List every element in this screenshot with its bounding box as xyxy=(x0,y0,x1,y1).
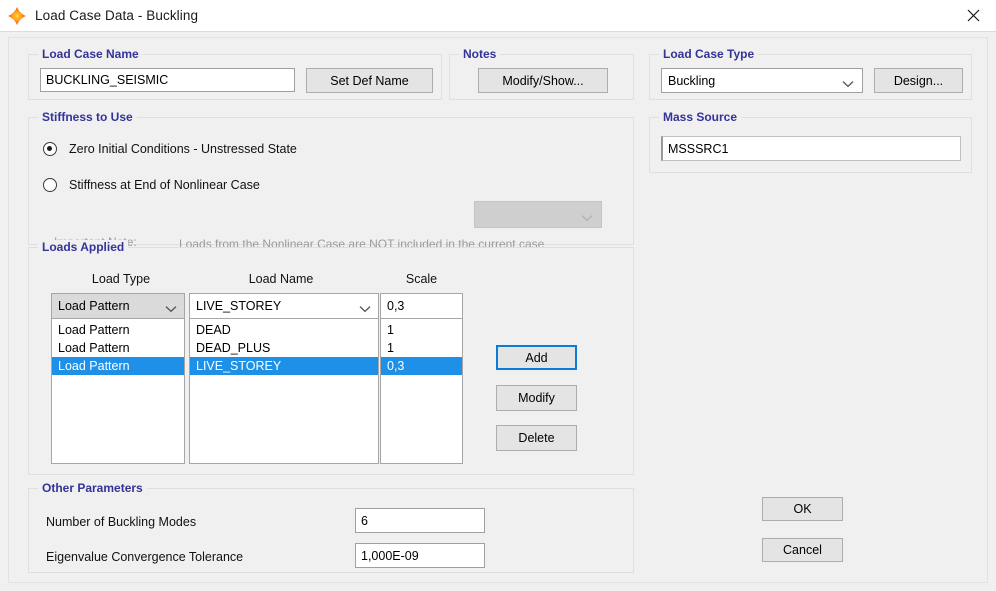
column-header-load-name: Load Name xyxy=(248,272,314,286)
radio-stiffness-end-nonlinear[interactable]: Stiffness at End of Nonlinear Case xyxy=(43,178,260,192)
number-of-buckling-modes-value: 6 xyxy=(361,513,368,528)
load-case-name-value: BUCKLING_SEISMIC xyxy=(46,73,169,87)
load-name-editor-value: LIVE_STOREY xyxy=(196,299,282,313)
other-parameters-legend: Other Parameters xyxy=(38,481,147,495)
set-def-name-label: Set Def Name xyxy=(330,73,409,88)
column-header-load-type: Load Type xyxy=(91,272,151,286)
window-titlebar: Load Case Data - Buckling xyxy=(0,0,996,31)
table-row[interactable]: LIVE_STOREY xyxy=(190,357,378,375)
ok-button[interactable]: OK xyxy=(762,497,843,521)
load-name-editor[interactable]: LIVE_STOREY xyxy=(190,294,378,319)
radio-stiffness-end-nonlinear-icon xyxy=(43,178,57,192)
table-row[interactable]: 1 xyxy=(381,339,462,357)
design-button[interactable]: Design... xyxy=(874,68,963,93)
app-star-icon xyxy=(8,6,26,25)
chevron-down-icon xyxy=(581,211,593,221)
number-of-buckling-modes-input[interactable]: 6 xyxy=(355,508,485,533)
eigenvalue-tolerance-label: Eigenvalue Convergence Tolerance xyxy=(46,550,244,564)
modify-label: Modify xyxy=(518,391,555,405)
mass-source-group: Mass Source MSSSRC1 xyxy=(649,110,972,173)
table-row[interactable]: DEAD xyxy=(190,321,378,339)
table-row[interactable]: Load Pattern xyxy=(52,357,184,375)
mass-source-legend: Mass Source xyxy=(659,110,742,124)
load-name-column[interactable]: LIVE_STOREY DEAD DEAD_PLUS LIVE_STOREY xyxy=(189,293,379,464)
load-case-name-input[interactable]: BUCKLING_SEISMIC xyxy=(40,68,295,92)
ok-label: OK xyxy=(793,502,812,516)
stiffness-to-use-group: Stiffness to Use Zero Initial Conditions… xyxy=(28,110,634,251)
add-button[interactable]: Add xyxy=(496,345,577,370)
load-case-type-legend: Load Case Type xyxy=(659,47,759,61)
cell-load-type: Load Pattern xyxy=(58,359,130,373)
modify-button[interactable]: Modify xyxy=(496,385,577,411)
table-row[interactable]: Load Pattern xyxy=(52,321,184,339)
number-of-buckling-modes-label: Number of Buckling Modes xyxy=(46,515,197,529)
dialog-panel: Load Case Name BUCKLING_SEISMIC Set Def … xyxy=(8,37,988,583)
table-row[interactable]: Load Pattern xyxy=(52,339,184,357)
radio-zero-initial-icon xyxy=(43,142,57,156)
design-label: Design... xyxy=(893,73,944,88)
table-row[interactable]: 0,3 xyxy=(381,357,462,375)
cancel-button[interactable]: Cancel xyxy=(762,538,843,562)
load-type-column[interactable]: Load Pattern Load Pattern Load Pattern L… xyxy=(51,293,185,464)
notes-modify-show-label: Modify/Show... xyxy=(502,73,584,88)
close-icon[interactable] xyxy=(950,0,996,31)
eigenvalue-tolerance-value: 1,000E-09 xyxy=(361,548,419,563)
add-label: Add xyxy=(525,350,548,365)
set-def-name-button[interactable]: Set Def Name xyxy=(306,68,433,93)
cell-load-type: Load Pattern xyxy=(58,341,130,355)
radio-stiffness-end-nonlinear-label: Stiffness at End of Nonlinear Case xyxy=(69,178,260,192)
load-case-type-select[interactable]: Buckling xyxy=(661,68,863,93)
column-header-scale: Scale xyxy=(405,272,438,286)
cancel-label: Cancel xyxy=(783,543,822,557)
notes-group: Notes Modify/Show... xyxy=(449,47,634,100)
table-row[interactable]: DEAD_PLUS xyxy=(190,339,378,357)
notes-modify-show-button[interactable]: Modify/Show... xyxy=(478,68,608,93)
chevron-down-icon xyxy=(842,77,854,87)
stiffness-to-use-legend: Stiffness to Use xyxy=(38,110,137,124)
nonlinear-case-select xyxy=(474,201,602,228)
load-type-editor[interactable]: Load Pattern xyxy=(52,294,184,319)
cell-load-name: DEAD xyxy=(196,323,231,337)
chevron-down-icon xyxy=(359,302,371,313)
load-case-type-value: Buckling xyxy=(668,73,716,88)
cell-load-type: Load Pattern xyxy=(58,323,130,337)
chevron-down-icon xyxy=(165,302,177,313)
load-case-name-legend: Load Case Name xyxy=(38,47,143,61)
scale-editor[interactable]: 0,3 xyxy=(381,294,462,319)
loads-applied-legend: Loads Applied xyxy=(38,240,129,254)
loads-applied-group: Loads Applied Load Type Load Name Scale … xyxy=(28,240,634,475)
dialog-body: Load Case Name BUCKLING_SEISMIC Set Def … xyxy=(0,31,996,591)
scale-editor-value: 0,3 xyxy=(387,299,405,313)
eigenvalue-tolerance-input[interactable]: 1,000E-09 xyxy=(355,543,485,568)
scale-column[interactable]: 0,3 1 1 0,3 xyxy=(380,293,463,464)
mass-source-value: MSSSRC1 xyxy=(668,141,729,156)
cell-load-name: LIVE_STOREY xyxy=(196,359,282,373)
mass-source-input[interactable]: MSSSRC1 xyxy=(661,136,961,161)
delete-button[interactable]: Delete xyxy=(496,425,577,451)
cell-scale: 1 xyxy=(387,341,394,355)
load-case-name-group: Load Case Name BUCKLING_SEISMIC Set Def … xyxy=(28,47,442,100)
cell-scale: 0,3 xyxy=(387,359,405,373)
cell-load-name: DEAD_PLUS xyxy=(196,341,271,355)
radio-zero-initial-conditions[interactable]: Zero Initial Conditions - Unstressed Sta… xyxy=(43,142,297,156)
window-title: Load Case Data - Buckling xyxy=(35,8,199,23)
radio-zero-initial-label: Zero Initial Conditions - Unstressed Sta… xyxy=(69,142,297,156)
other-parameters-group: Other Parameters Number of Buckling Mode… xyxy=(28,481,634,573)
table-row[interactable]: 1 xyxy=(381,321,462,339)
notes-legend: Notes xyxy=(459,47,501,61)
cell-scale: 1 xyxy=(387,323,394,337)
load-case-type-group: Load Case Type Buckling Design... xyxy=(649,47,972,100)
load-type-editor-value: Load Pattern xyxy=(58,299,130,313)
delete-label: Delete xyxy=(518,431,555,445)
